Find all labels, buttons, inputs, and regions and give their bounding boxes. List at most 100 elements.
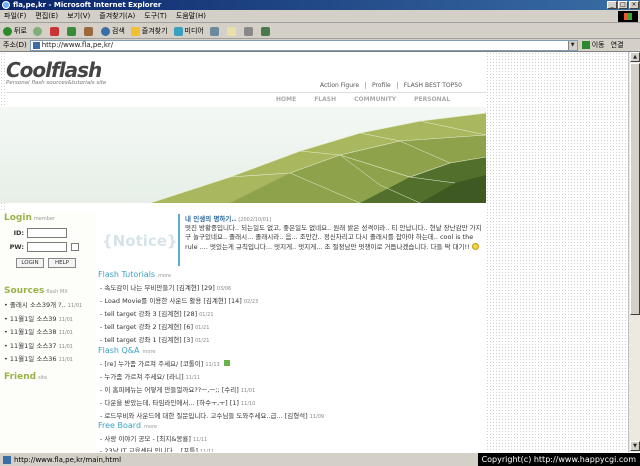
sources-title: Sources <box>4 286 45 296</box>
flash-qa-more-link[interactable]: more <box>143 349 156 355</box>
forward-arrow-icon <box>32 26 42 36</box>
list-item[interactable]: - tell target 강좌 1 [김계현] [3] 01/21 <box>100 334 209 344</box>
top-nav-action-figure[interactable]: Action Figure <box>320 82 359 89</box>
post-date: 11/13 <box>205 362 220 368</box>
home-button[interactable] <box>83 26 95 36</box>
list-item[interactable]: - 다운을 받았는데, 타임라인에서... [하수ㅜ,ㅜ] [1] 11/10 <box>100 397 255 407</box>
back-arrow-icon <box>3 26 12 36</box>
id-row: ID: <box>4 228 67 238</box>
post-title: - 사랑 이야기 공모 - [최지&몽룡] <box>100 435 191 443</box>
login-subtitle: member <box>33 216 55 222</box>
list-item[interactable]: - tell target 강좌 2 [김계현] [6] 01/21 <box>100 321 209 331</box>
left-sidebar: Login member ID: PW: LOGIN HELP Sources fl… <box>0 212 96 452</box>
source-item[interactable]: • 11월1일 소스37 11/01 <box>4 340 94 354</box>
post-title: - 이 홈피메뉴는 어떻게 만들껄까요??ㅡ,ㅡ;; [수리] <box>100 386 239 394</box>
menu-tools[interactable]: 도구(T) <box>144 11 167 21</box>
close-button[interactable]: × <box>629 1 639 9</box>
refresh-button[interactable] <box>66 26 78 36</box>
address-url: http://www.fla,pe,kr/ <box>41 41 114 49</box>
notice-title[interactable]: 내 인생의 명하기.. [2002/10/01] <box>185 213 271 223</box>
friend-title: Friend <box>4 372 37 382</box>
maximize-button[interactable]: □ <box>618 1 628 9</box>
minimize-button[interactable]: _ <box>607 1 617 9</box>
source-item[interactable]: • 11월1일 소스36 11/01 <box>4 353 94 367</box>
window-title-bar[interactable]: fla,pe,kr - Microsoft Internet Explorer … <box>0 0 640 10</box>
vertical-scrollbar[interactable]: ▲ ▼ <box>628 52 640 452</box>
search-icon <box>100 26 110 36</box>
stop-button[interactable] <box>49 26 61 36</box>
go-button[interactable]: 이동 <box>581 40 605 50</box>
top-nav-flash-best[interactable]: FLASH BEST TOP50 <box>404 82 462 89</box>
mail-icon <box>226 26 236 36</box>
password-input[interactable] <box>27 242 67 252</box>
list-item[interactable]: - [re] 누가좀 가르쳐 주세요/ [코톨이] 11/13 <box>100 358 230 368</box>
post-title: - 로드무비와 사운드에 대한 질문입니다. 고수님들 도와주세요..급... … <box>100 412 308 420</box>
source-item[interactable]: • 11월1일 소스39 11/01 <box>4 313 94 327</box>
flash-qa-title[interactable]: Flash Q&A more <box>98 346 155 355</box>
smiley-icon <box>471 242 479 250</box>
menu-file[interactable]: 파일(F) <box>4 11 26 21</box>
id-input[interactable] <box>27 228 67 238</box>
search-button[interactable]: 검색 <box>100 26 125 36</box>
flash-tutorials-more-link[interactable]: more <box>158 273 171 279</box>
list-item[interactable]: - 이 홈피메뉴는 어떻게 만들껄까요??ㅡ,ㅡ;; [수리] 11/01 <box>100 384 255 394</box>
menu-view[interactable]: 보기(V) <box>67 11 90 21</box>
search-label: 검색 <box>111 27 125 35</box>
source-item[interactable]: • 졸래시 소스39개 ?.. 11/01 <box>4 299 94 313</box>
window-controls: _ □ × <box>607 1 639 9</box>
notice-box: {Notice} <box>98 212 178 268</box>
main-nav-personal[interactable]: PERSONAL <box>414 96 450 103</box>
back-button[interactable]: 뒤로 <box>3 26 27 36</box>
list-item[interactable]: - 누가좀 가르쳐 주세요/ [라니] 11/11 <box>100 371 200 381</box>
flash-tutorials-title[interactable]: Flash Tutorials more <box>98 270 171 279</box>
post-date: 11/01 <box>240 388 256 394</box>
scroll-up-icon[interactable]: ▲ <box>630 52 640 62</box>
list-item[interactable]: - 속도감이 나는 무비만들기 [김계현] [29] 03/06 <box>100 282 231 292</box>
scroll-thumb[interactable] <box>630 63 640 315</box>
top-nav: Action Figure Profile FLASH BEST TOP50 <box>316 82 466 89</box>
post-date: 11/09 <box>309 414 325 420</box>
menu-edit[interactable]: 편집(E) <box>35 11 58 21</box>
login-title: Login <box>4 213 32 223</box>
list-item[interactable]: - tell target 강좌 3 [김계현] [28] 01/21 <box>100 308 214 318</box>
free-board-more-link[interactable]: more <box>144 424 157 430</box>
main-nav-flash[interactable]: FLASH <box>314 96 336 103</box>
address-input[interactable]: http://www.fla,pe,kr/ ▼ <box>29 39 578 51</box>
source-item[interactable]: • 11월1일 소스38 11/01 <box>4 326 94 340</box>
site-logo[interactable]: Coolflash <box>6 58 102 82</box>
free-board-title[interactable]: Free Board more <box>98 421 157 430</box>
list-item[interactable]: - 사랑 이야기 공모 - [최지&몽룡] 11/11 <box>100 433 207 443</box>
menu-help[interactable]: 도움말(H) <box>176 11 206 21</box>
banner-landscape-graphic <box>149 112 486 203</box>
main-nav-home[interactable]: HOME <box>276 96 296 103</box>
links-button[interactable]: 연결 <box>611 40 624 50</box>
history-button[interactable] <box>209 26 221 36</box>
list-item[interactable]: - 로드무비와 사운드에 대한 질문입니다. 고수님들 도와주세요..급... … <box>100 410 324 420</box>
favorites-button[interactable]: 즐겨찾기 <box>130 26 168 36</box>
remember-checkbox[interactable] <box>71 243 79 251</box>
top-nav-profile[interactable]: Profile <box>372 82 391 89</box>
mail-button[interactable] <box>226 26 238 36</box>
sources-section-title: Sources flash MX <box>4 286 68 296</box>
list-item[interactable]: - Load Movie를 이용한 사운드 활용 [김계현] [14] 02/23 <box>100 295 258 305</box>
print-button[interactable] <box>243 26 255 36</box>
post-title: - 다운을 받았는데, 타임라인에서... [하수ㅜ,ㅜ] [1] <box>100 399 239 407</box>
scroll-down-icon[interactable]: ▼ <box>630 441 640 451</box>
main-nav-community[interactable]: COMMUNITY <box>354 96 396 103</box>
media-button[interactable]: 미디어 <box>173 26 204 36</box>
forward-button[interactable] <box>32 26 44 36</box>
login-buttons: LOGIN HELP <box>16 258 76 268</box>
source-item-date: 11/01 <box>58 330 73 336</box>
help-button[interactable]: HELP <box>48 258 76 268</box>
back-label: 뒤로 <box>14 27 27 35</box>
post-date: 03/06 <box>216 286 232 292</box>
login-button[interactable]: LOGIN <box>16 258 44 268</box>
address-dropdown-icon[interactable]: ▼ <box>567 40 577 50</box>
edit-icon <box>260 26 270 36</box>
post-date: 01/21 <box>199 312 214 318</box>
flash-tutorials-title-text: Flash Tutorials <box>98 270 156 279</box>
post-date: 01/21 <box>194 325 210 331</box>
edit-button[interactable] <box>260 26 272 36</box>
source-item-text: • 11월1일 소스37 <box>4 341 57 350</box>
menu-favorites[interactable]: 즐겨찾기(A) <box>99 11 135 21</box>
